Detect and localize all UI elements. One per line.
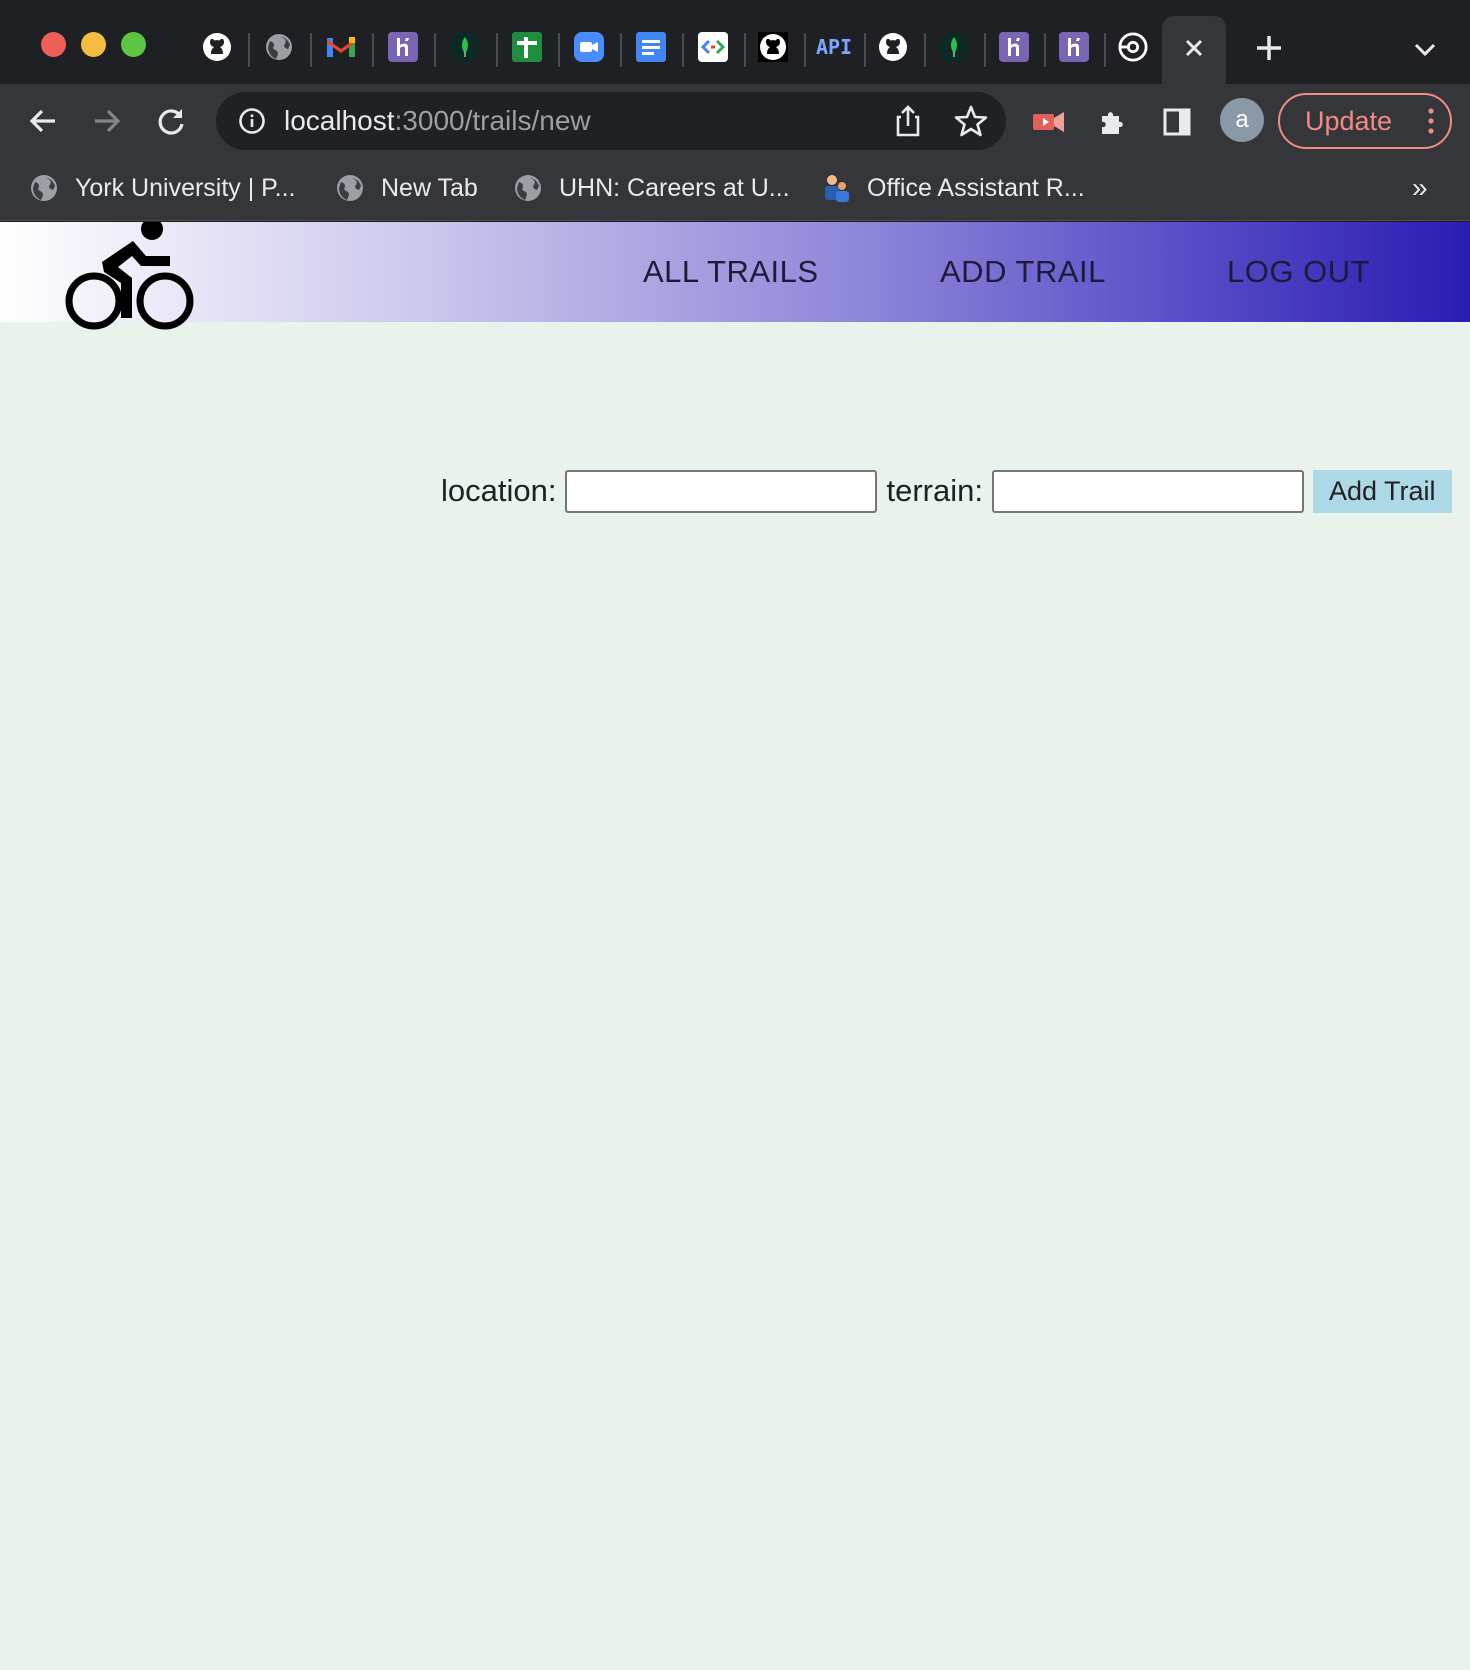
code-brackets-icon: [698, 32, 728, 62]
site-info-icon[interactable]: [238, 107, 266, 135]
add-trail-form: location: terrain: Add Trail: [441, 469, 1452, 513]
github-icon: [879, 33, 907, 61]
location-label: location:: [441, 473, 557, 508]
mongodb-leaf-icon: [450, 32, 480, 62]
api-icon: API: [815, 35, 853, 59]
globe-icon: [513, 173, 543, 203]
terrain-input[interactable]: [991, 469, 1304, 513]
location-input[interactable]: [565, 469, 878, 513]
profile-avatar[interactable]: a: [1220, 98, 1264, 142]
chevron-down-icon[interactable]: [1412, 40, 1438, 60]
gmail-icon: [327, 37, 355, 57]
globe-icon: [335, 173, 365, 203]
url-path: :3000/trails/new: [394, 105, 591, 136]
docs-icon: [636, 32, 666, 62]
tab-mongodb-1[interactable]: [450, 32, 480, 62]
reload-icon: [158, 109, 184, 135]
forward-arrow-icon: [95, 109, 121, 133]
side-panel-button[interactable]: [1157, 102, 1197, 142]
heroku-icon: [1059, 32, 1089, 62]
update-label: Update: [1305, 105, 1393, 136]
back-button[interactable]: [24, 102, 62, 140]
tab-gmail[interactable]: [326, 32, 356, 62]
tab-mongodb-2[interactable]: [939, 32, 969, 62]
tab-code[interactable]: [698, 32, 728, 62]
tab-api[interactable]: API: [816, 32, 852, 62]
people-icon: [821, 173, 851, 203]
bookmark-uhn[interactable]: UHN: Careers at U...: [513, 170, 790, 206]
address-bar[interactable]: localhost:3000/trails/new: [216, 92, 1006, 150]
browser-toolbar: localhost:3000/trails/new a Update: [0, 84, 1470, 158]
tab-target[interactable]: [1118, 32, 1148, 62]
back-arrow-icon: [29, 109, 55, 133]
github-icon: [758, 32, 788, 62]
bookmarks-bar: York University | P... New Tab UHN: Care…: [0, 158, 1470, 221]
globe-icon: [29, 173, 59, 203]
bookmark-label: New Tab: [381, 173, 478, 202]
update-button[interactable]: Update: [1278, 93, 1452, 149]
new-tab-plus-icon[interactable]: [1253, 32, 1285, 64]
bookmark-star-icon[interactable]: [954, 104, 988, 138]
nav-log-out[interactable]: LOG OUT: [1227, 254, 1370, 290]
tab-github-3[interactable]: [878, 32, 908, 62]
bicycle-icon[interactable]: [58, 222, 202, 334]
tab-heroku-2[interactable]: [999, 32, 1029, 62]
bookmarks-overflow-button[interactable]: »: [1412, 172, 1428, 204]
tab-globe[interactable]: [264, 32, 294, 62]
bookmark-label: York University | P...: [75, 173, 296, 202]
more-vert-icon: [1428, 108, 1434, 134]
terrain-label: terrain:: [886, 473, 983, 508]
active-tab[interactable]: [1162, 16, 1226, 84]
url-host: localhost: [284, 105, 395, 136]
heroku-icon: [388, 32, 418, 62]
heroku-icon: [999, 32, 1029, 62]
globe-icon: [266, 34, 292, 60]
minimize-window-button[interactable]: [81, 32, 106, 57]
zoom-camera-icon: [574, 32, 604, 62]
tab-heroku-1[interactable]: [388, 32, 418, 62]
puzzle-icon: [1102, 112, 1123, 134]
bookmark-label: Office Assistant R...: [867, 173, 1085, 202]
url-text[interactable]: localhost:3000/trails/new: [284, 105, 591, 137]
bookmark-new-tab[interactable]: New Tab: [335, 170, 478, 206]
extensions-button[interactable]: [1093, 102, 1133, 142]
nav-all-trails[interactable]: ALL TRAILS: [643, 254, 819, 290]
nav-add-trail[interactable]: ADD TRAIL: [940, 254, 1106, 290]
tab-docs[interactable]: [636, 32, 666, 62]
mongodb-leaf-icon: [939, 32, 969, 62]
close-window-button[interactable]: [41, 32, 66, 57]
tab-zoom[interactable]: [574, 32, 604, 62]
bookmark-york[interactable]: York University | P...: [29, 170, 295, 206]
video-record-icon: [1033, 112, 1064, 132]
bookmark-office-assistant[interactable]: Office Assistant R...: [821, 170, 1085, 206]
github-icon: [203, 33, 231, 61]
reload-button[interactable]: [152, 102, 190, 140]
tab-sheets[interactable]: [512, 32, 542, 62]
close-tab-icon[interactable]: [1180, 34, 1208, 62]
tab-heroku-3[interactable]: [1059, 32, 1089, 62]
app-navbar: ALL TRAILS ADD TRAIL LOG OUT: [0, 222, 1470, 330]
tab-github-2[interactable]: [758, 32, 788, 62]
tab-github-1[interactable]: [202, 32, 232, 62]
screen-recorder-extension[interactable]: [1029, 102, 1069, 142]
bookmark-label: UHN: Careers at U...: [559, 173, 790, 202]
target-icon: [1118, 32, 1148, 62]
tab-strip: API: [0, 0, 1470, 84]
forward-button[interactable]: [88, 102, 126, 140]
page-content: ALL TRAILS ADD TRAIL LOG OUT location: t…: [0, 222, 1470, 1670]
sheets-plus-icon: [512, 32, 542, 62]
maximize-window-button[interactable]: [121, 32, 146, 57]
add-trail-button[interactable]: Add Trail: [1312, 469, 1452, 513]
share-icon[interactable]: [892, 104, 924, 138]
side-panel-icon: [1163, 108, 1191, 136]
